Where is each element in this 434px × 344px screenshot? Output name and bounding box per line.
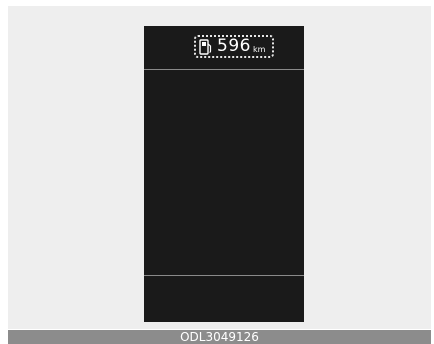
figure-caption-bar: ODL3049126	[8, 330, 431, 344]
fuel-pump-icon	[199, 38, 212, 55]
range-unit: km	[252, 44, 266, 54]
range-value: 596	[217, 36, 251, 56]
figure-code: ODL3049126	[180, 330, 259, 344]
bottom-divider	[144, 275, 304, 276]
cluster-display: 596 km	[144, 26, 304, 322]
distance-to-empty-readout: 596 km	[194, 35, 274, 58]
top-divider	[144, 69, 304, 70]
